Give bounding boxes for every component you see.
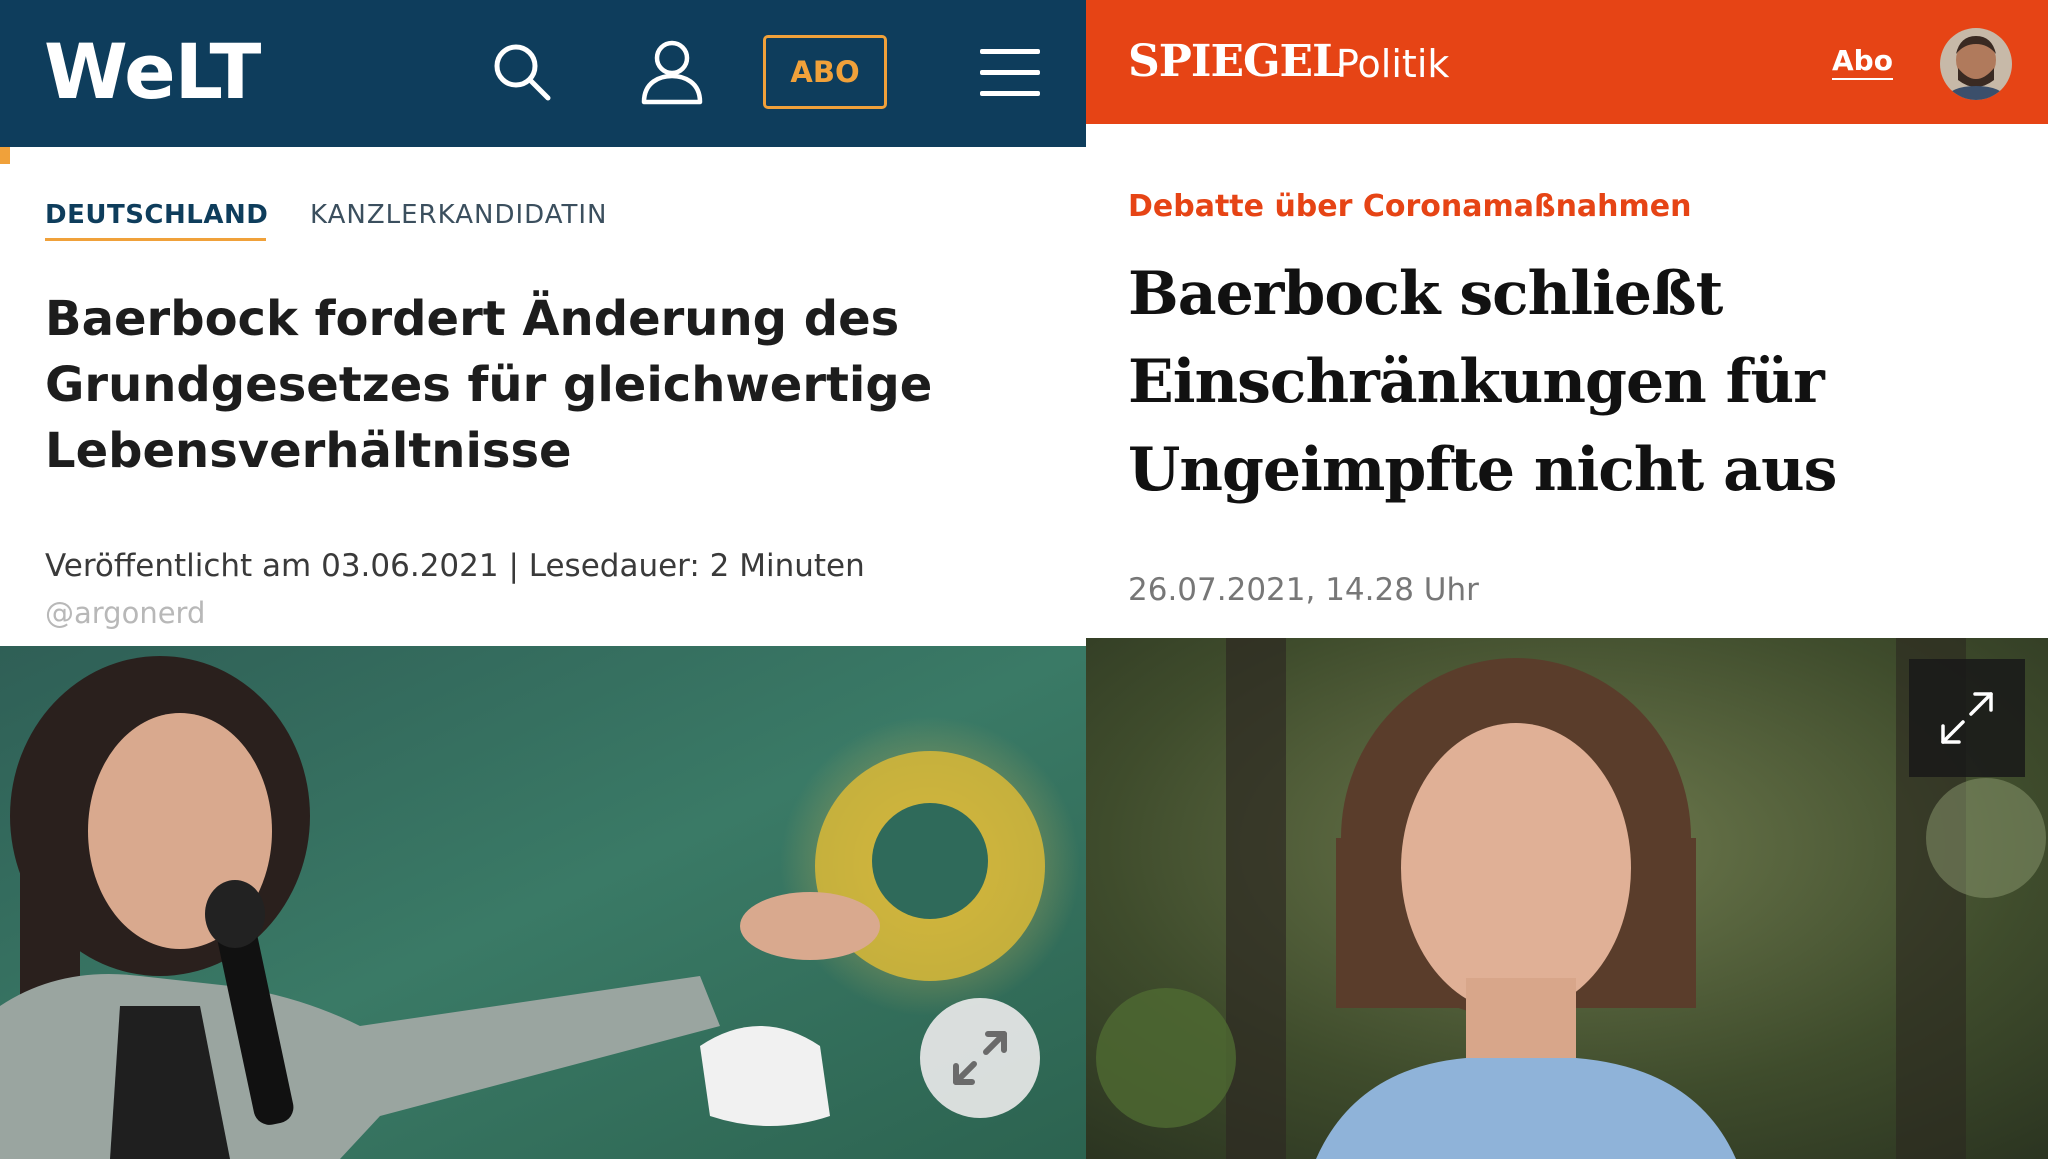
welt-logo[interactable]: WeLT [44, 32, 261, 112]
article-kicker: Debatte über Coronamaßnahmen [1128, 189, 1692, 224]
article-photo[interactable] [0, 646, 1086, 1159]
section-underline [45, 238, 266, 241]
welt-article-screenshot: WeLT ABO DEUTSCHLAND KANZLERKANDIDATIN B… [0, 0, 1086, 1159]
welt-header: WeLT ABO [0, 0, 1086, 147]
spiegel-article-screenshot: SPIEGEL Politik Abo Debatte über Coronam… [1086, 0, 2048, 1159]
section-link[interactable]: DEUTSCHLAND [45, 198, 268, 232]
expand-photo-button[interactable] [920, 998, 1040, 1118]
expand-photo-button[interactable] [1909, 659, 2025, 777]
expand-icon [953, 1031, 1007, 1085]
user-icon[interactable] [640, 38, 704, 106]
expand-icon [1941, 692, 1993, 744]
menu-icon[interactable] [978, 46, 1042, 100]
spiegel-header: SPIEGEL Politik Abo [1086, 0, 2048, 124]
abo-link[interactable]: Abo [1832, 44, 1893, 80]
avatar[interactable] [1940, 28, 2012, 100]
article-headline: Baerbock schließt Einschränkungen für Un… [1128, 259, 1837, 505]
accent-bar [0, 147, 10, 164]
article-photo[interactable] [1086, 638, 2048, 1159]
article-date: 26.07.2021, 14.28 Uhr [1128, 572, 1479, 608]
article-headline: Baerbock fordert Änderung des Grundgeset… [45, 291, 933, 479]
kicker-link[interactable]: KANZLERKANDIDATIN [310, 198, 607, 232]
abo-button[interactable]: ABO [763, 35, 887, 109]
article-meta: Veröffentlicht am 03.06.2021 | Lesedauer… [45, 548, 865, 584]
search-icon[interactable] [490, 40, 554, 104]
section-label[interactable]: Politik [1336, 38, 1449, 90]
spiegel-logo[interactable]: SPIEGEL [1128, 34, 1343, 90]
watermark-handle: @argonerd [45, 596, 206, 630]
